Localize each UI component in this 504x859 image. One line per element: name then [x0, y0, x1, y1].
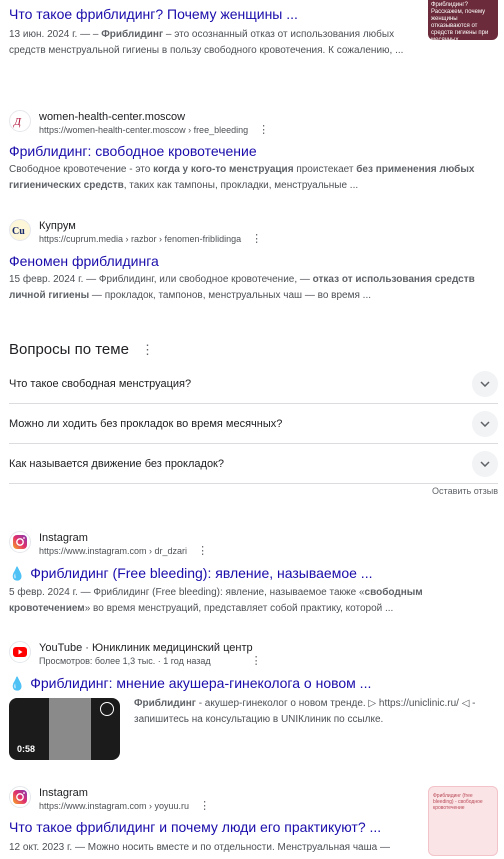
site-name: Instagram	[39, 532, 88, 544]
site-favicon-icon: Cu	[9, 219, 31, 241]
instagram-icon	[9, 786, 31, 808]
video-description: Фриблидинг - акушер-гинеколог о новом тр…	[134, 698, 476, 725]
svg-text:Д: Д	[13, 116, 22, 128]
result-snippet: 12 окт. 2023 г. — Можно носить вместе и …	[9, 842, 390, 853]
svg-text:Cu: Cu	[12, 226, 25, 237]
paa-question[interactable]: Можно ли ходить без прокладок во время м…	[9, 404, 498, 444]
search-result-instagram-1: Instagram https://www.instagram.com › dr…	[9, 531, 498, 617]
video-frame	[49, 698, 91, 760]
result-thumbnail[interactable]: Фриблидинг? Расскажем, почему женщины от…	[428, 0, 498, 40]
video-duration: 0:58	[17, 744, 36, 754]
site-header[interactable]: Instagram https://www.instagram.com › dr…	[9, 531, 498, 559]
video-thumbnail[interactable]: 0:58	[9, 698, 120, 760]
site-header[interactable]: Instagram https://www.instagram.com › yo…	[9, 786, 421, 814]
site-header[interactable]: Cu Купрум https://cuprum.media › razbor …	[9, 219, 498, 247]
site-name: YouTube · Юниклиник медицинский центр	[39, 642, 253, 654]
site-url: https://cuprum.media › razbor › fenomen-…	[39, 234, 242, 244]
result-title-link[interactable]: 💧 Фриблидинг (Free bleeding): явление, на…	[9, 564, 498, 583]
site-favicon-icon: Д	[9, 110, 31, 132]
result-snippet: Свободное кровотечение - это когда у ког…	[9, 164, 475, 191]
site-header[interactable]: Д women-health-center.moscow https://wom…	[9, 110, 498, 138]
result-thumbnail[interactable]: Фриблидинг (free bleeding) - свободное к…	[428, 786, 498, 856]
more-options-icon[interactable]: ⋮	[251, 233, 262, 245]
result-snippet: 13 июн. 2024 г. — – Фриблидинг – это осо…	[9, 29, 404, 56]
result-title-link[interactable]: Фриблидинг: свободное кровотечение	[9, 142, 498, 160]
site-url: https://women-health-center.moscow › fre…	[39, 125, 249, 135]
more-options-icon[interactable]: ⋮	[197, 545, 208, 557]
result-title-link[interactable]: Феномен фриблидинга	[9, 252, 498, 270]
more-options-icon[interactable]: ⋮	[258, 124, 269, 136]
result-title-link[interactable]: Что такое фриблидинг и почему люди его п…	[9, 818, 421, 836]
search-result-cuprum: Cu Купрум https://cuprum.media › razbor …	[9, 219, 498, 304]
feedback-link[interactable]: Оставить отзыв	[432, 486, 498, 496]
search-result-youtube: YouTube · Юниклиник медицинский центр Пр…	[9, 641, 498, 693]
more-options-icon[interactable]: ⋮	[251, 655, 262, 667]
site-header[interactable]: YouTube · Юниклиник медицинский центр Пр…	[9, 641, 498, 669]
blood-drop-icon: 💧	[9, 566, 26, 581]
search-result-top: Что такое фриблидинг? Почему женщины ...…	[9, 5, 419, 59]
site-name: women-health-center.moscow	[39, 111, 186, 123]
paa-question[interactable]: Что такое свободная менструация?	[9, 364, 498, 404]
site-name: Купрум	[39, 220, 76, 232]
result-snippet: 15 февр. 2024 г. — Фриблидинг, или свобо…	[9, 274, 475, 301]
blood-drop-icon: 💧	[9, 676, 26, 691]
site-url: https://www.instagram.com › yoyuu.ru	[39, 801, 190, 811]
chevron-down-icon[interactable]	[472, 410, 498, 437]
site-url: https://www.instagram.com › dr_dzari	[39, 546, 188, 556]
play-icon	[100, 702, 114, 716]
more-options-icon[interactable]: ⋮	[141, 343, 154, 356]
instagram-icon	[9, 531, 31, 553]
chevron-down-icon[interactable]	[472, 370, 498, 397]
search-result-instagram-2: Instagram https://www.instagram.com › yo…	[9, 786, 421, 856]
search-result-whc: Д women-health-center.moscow https://wom…	[9, 110, 498, 194]
paa-heading: Вопросы по теме ⋮	[9, 341, 154, 358]
site-name: Instagram	[39, 787, 88, 799]
youtube-icon	[9, 641, 31, 663]
more-options-icon[interactable]: ⋮	[199, 800, 210, 812]
chevron-down-icon[interactable]	[472, 450, 498, 477]
result-title-link[interactable]: 💧 Фриблидинг: мнение акушера-гинеколога о…	[9, 674, 498, 693]
video-meta: Просмотров: более 1,3 тыс. · 1 год назад	[39, 656, 211, 666]
paa-question[interactable]: Как называется движение без прокладок?	[9, 444, 498, 484]
result-snippet: 5 февр. 2024 г. — Фриблидинг (Free bleed…	[9, 587, 423, 614]
result-title-link[interactable]: Что такое фриблидинг? Почему женщины ...	[9, 5, 419, 23]
